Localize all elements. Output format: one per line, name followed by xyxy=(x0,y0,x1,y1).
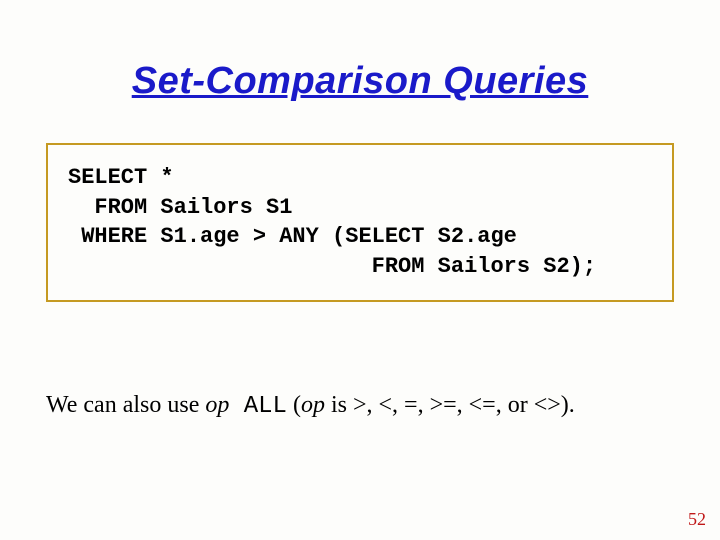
body-part3: is >, <, =, >=, <=, or <>). xyxy=(325,392,575,418)
page-number: 52 xyxy=(688,509,706,530)
body-part1: We can also use xyxy=(46,392,205,418)
code-line-3: WHERE S1.age > ANY (SELECT S2.age xyxy=(68,222,652,252)
body-all: ALL xyxy=(229,393,287,420)
body-op1: op xyxy=(205,392,229,418)
code-line-4: FROM Sailors S2); xyxy=(68,252,652,282)
slide-title: Set-Comparison Queries xyxy=(40,60,680,103)
body-part2: ( xyxy=(287,392,301,418)
code-line-2: FROM Sailors S1 xyxy=(68,193,652,223)
sql-code-box: SELECT * FROM Sailors S1 WHERE S1.age > … xyxy=(46,143,674,302)
code-line-1: SELECT * xyxy=(68,163,652,193)
body-op2: op xyxy=(301,392,325,418)
slide: Set-Comparison Queries SELECT * FROM Sai… xyxy=(0,0,720,540)
body-text: We can also use op ALL (op is >, <, =, >… xyxy=(40,392,680,420)
